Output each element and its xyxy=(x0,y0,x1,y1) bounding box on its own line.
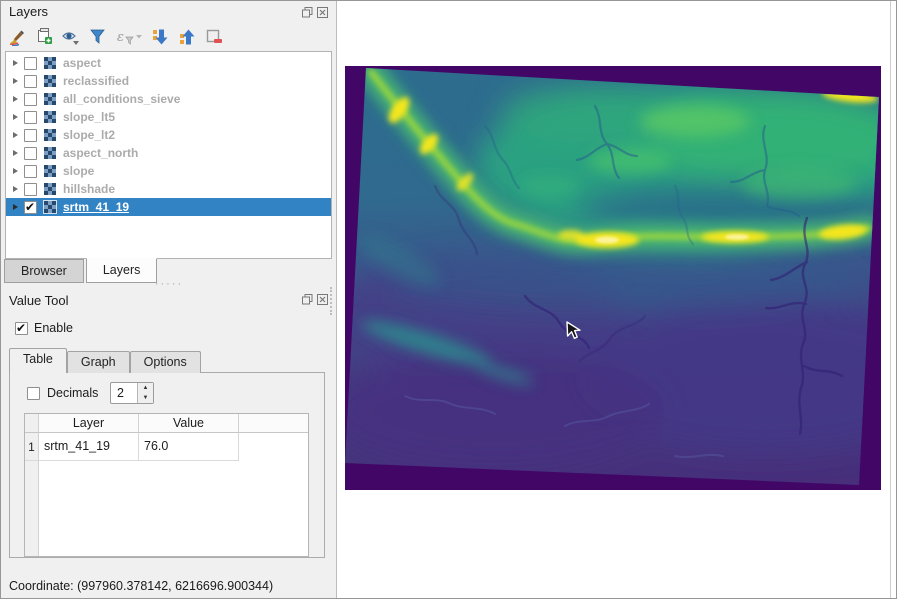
layer-row-slope-lt2[interactable]: slope_lt2 xyxy=(6,126,331,144)
raster-layer-icon xyxy=(43,164,57,178)
expression-filter-icon[interactable]: ε xyxy=(115,27,143,47)
remove-layer-icon[interactable] xyxy=(204,27,224,47)
close-panel-icon[interactable] xyxy=(316,293,328,305)
raster-layer-icon xyxy=(43,182,57,196)
raster-layer-icon xyxy=(43,92,57,106)
layer-checkbox[interactable] xyxy=(24,92,37,106)
expand-arrow-icon[interactable] xyxy=(13,204,18,210)
expand-arrow-icon[interactable] xyxy=(13,60,18,66)
layer-checkbox[interactable] xyxy=(24,182,37,196)
coordinate-readout: Coordinate: (997960.378142, 6216696.9003… xyxy=(9,579,274,593)
expand-arrow-icon[interactable] xyxy=(13,78,18,84)
column-header-value[interactable]: Value xyxy=(139,414,239,433)
layer-row-all-conditions-sieve[interactable]: all_conditions_sieve xyxy=(6,90,331,108)
collapse-all-icon[interactable] xyxy=(177,27,197,47)
layer-checkbox[interactable] xyxy=(24,200,37,214)
add-group-icon[interactable] xyxy=(34,27,54,47)
raster-layer-icon xyxy=(43,128,57,142)
decimals-label: Decimals xyxy=(47,386,99,400)
map-canvas[interactable] xyxy=(338,1,896,598)
expand-arrow-icon[interactable] xyxy=(13,150,18,156)
cell-layer: srtm_41_19 xyxy=(39,433,139,461)
expand-arrow-icon[interactable] xyxy=(13,186,18,192)
svg-text:ε: ε xyxy=(117,30,124,45)
value-tool-table-page: Decimals 2 ▲ ▼ Layer Value 1 srtm_41_19 … xyxy=(9,372,325,558)
enable-label: Enable xyxy=(34,321,73,335)
decimals-spinner[interactable]: 2 ▲ ▼ xyxy=(110,382,154,404)
tab-graph[interactable]: Graph xyxy=(66,351,130,373)
layer-row-slope-lt5[interactable]: slope_lt5 xyxy=(6,108,331,126)
raster-layer-icon xyxy=(43,110,57,124)
value-table: Layer Value 1 srtm_41_19 76.0 xyxy=(24,413,309,557)
statusbar: Coordinate: (997960.378142, 6216696.9003… xyxy=(1,575,337,598)
row-number: 1 xyxy=(25,433,39,461)
float-panel-icon[interactable] xyxy=(301,293,313,305)
raster-layer-icon xyxy=(43,56,57,70)
layers-panel-header: Layers xyxy=(1,1,336,23)
layer-checkbox[interactable] xyxy=(24,164,37,178)
layer-tree: aspect reclassified all_conditions_sieve… xyxy=(5,51,332,259)
layer-row-aspect-north[interactable]: aspect_north xyxy=(6,144,331,162)
tab-table[interactable]: Table xyxy=(9,348,67,373)
tab-browser[interactable]: Browser xyxy=(4,259,84,283)
raster-layer-icon xyxy=(43,146,57,160)
layer-checkbox[interactable] xyxy=(24,56,37,70)
layer-checkbox[interactable] xyxy=(24,110,37,124)
value-tool-tab-bar: Table Graph Options xyxy=(9,348,201,373)
srtm-raster-image xyxy=(345,66,881,490)
layer-row-reclassified[interactable]: reclassified xyxy=(6,72,331,90)
expand-arrow-icon[interactable] xyxy=(13,114,18,120)
spin-up-icon[interactable]: ▲ xyxy=(138,383,153,393)
layer-row-slope[interactable]: slope xyxy=(6,162,331,180)
raster-layer-icon xyxy=(43,74,57,88)
filter-legend-icon[interactable] xyxy=(88,27,108,47)
map-themes-eye-icon[interactable] xyxy=(61,27,81,47)
layer-row-aspect[interactable]: aspect xyxy=(6,54,331,72)
value-tool-title: Value Tool xyxy=(9,293,69,308)
tab-layers[interactable]: Layers xyxy=(85,258,158,283)
panel-splitter-handle[interactable]: ····· xyxy=(1,279,337,290)
value-tool-header: Value Tool xyxy=(1,291,336,311)
cell-value: 76.0 xyxy=(139,433,239,461)
decimals-checkbox[interactable] xyxy=(27,386,40,400)
value-table-header: Layer Value xyxy=(25,414,308,433)
expand-arrow-icon[interactable] xyxy=(13,132,18,138)
spin-down-icon[interactable]: ▼ xyxy=(138,393,153,403)
qgis-window: Layers ε aspect reclassified all_conditi… xyxy=(0,0,897,599)
layers-panel-title: Layers xyxy=(9,4,49,19)
decimals-value: 2 xyxy=(117,386,124,400)
layer-row-srtm-41-19[interactable]: srtm_41_19 xyxy=(6,198,331,216)
layers-toolbar: ε xyxy=(7,26,224,48)
layer-checkbox[interactable] xyxy=(24,146,37,160)
layer-checkbox[interactable] xyxy=(24,74,37,88)
column-header-layer[interactable]: Layer xyxy=(39,414,139,433)
canvas-right-border xyxy=(890,1,891,598)
expand-arrow-icon[interactable] xyxy=(13,168,18,174)
close-panel-icon[interactable] xyxy=(316,6,328,18)
enable-checkbox[interactable] xyxy=(15,321,28,335)
raster-layer-icon xyxy=(43,200,57,214)
layer-checkbox[interactable] xyxy=(24,128,37,142)
table-row[interactable]: 1 srtm_41_19 76.0 xyxy=(25,433,308,461)
float-panel-icon[interactable] xyxy=(301,6,313,18)
layer-row-hillshade[interactable]: hillshade xyxy=(6,180,331,198)
left-dock: Layers ε aspect reclassified all_conditi… xyxy=(1,1,337,598)
styling-brush-icon[interactable] xyxy=(7,27,27,47)
expand-arrow-icon[interactable] xyxy=(13,96,18,102)
dock-tab-bar: Browser Layers xyxy=(4,258,158,283)
expand-all-icon[interactable] xyxy=(150,27,170,47)
tab-options[interactable]: Options xyxy=(129,351,201,373)
